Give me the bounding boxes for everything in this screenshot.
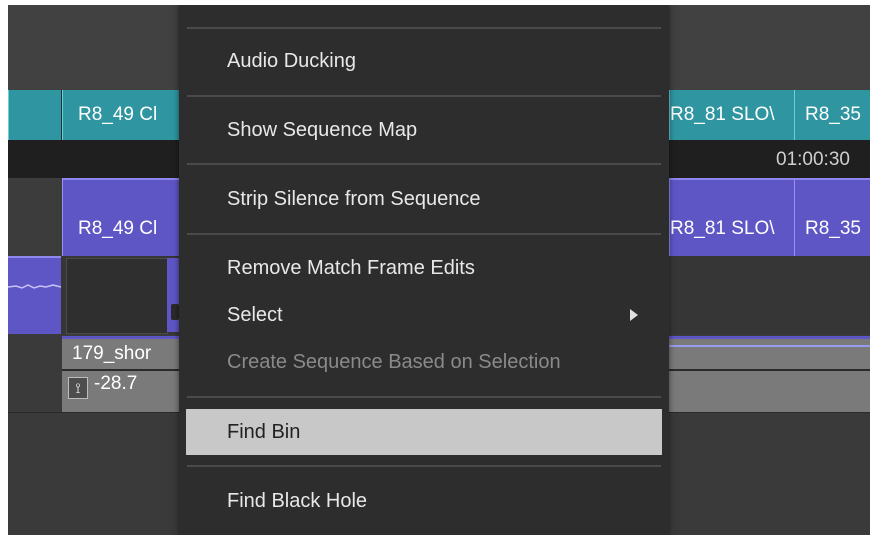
video-clip[interactable]: R8_35 [794, 178, 870, 256]
menu-item-remove-match-frame-edits[interactable]: Remove Match Frame Edits [186, 246, 662, 290]
timeline-panel: R8_49 Cl R8_81 SLO\ R8_35 01:00:30 R8_49… [8, 5, 870, 535]
clip-name: R8_81 SLO\ [670, 104, 775, 125]
menu-item-label: Show Sequence Map [227, 119, 418, 141]
menu-item-label: Strip Silence from Sequence [227, 188, 481, 210]
video-clip[interactable] [8, 90, 61, 140]
menu-item-find-bin[interactable]: Find Bin [186, 409, 662, 455]
timecode-readout: 01:00:30 [776, 149, 850, 170]
menu-item-create-sequence-based-on-selection: Create Sequence Based on Selection [186, 340, 662, 384]
empty-audio-slot [66, 258, 168, 334]
keyframe-handle[interactable] [171, 304, 179, 320]
menu-item-label: Select [227, 304, 283, 326]
clip-name: R8_49 Cl [78, 104, 158, 125]
menu-separator [187, 233, 661, 235]
clip-name: R8_35 [805, 104, 861, 125]
video-clip[interactable]: R8_81 SLO\ [669, 90, 794, 140]
submenu-arrow-icon [630, 309, 638, 321]
waveform-icon [8, 284, 61, 289]
menu-item-label: Remove Match Frame Edits [227, 257, 475, 279]
menu-item-label: Find Black Hole [227, 490, 368, 512]
gain-icon[interactable]: ⟟ [68, 377, 88, 399]
audio-clip[interactable]: 179_shor ⟟ -28.7 [62, 336, 182, 414]
menu-item-label: Find Bin [227, 421, 301, 443]
menu-separator [187, 27, 661, 29]
menu-separator [187, 163, 661, 165]
menu-item-find-black-hole[interactable]: Find Black Hole [186, 479, 662, 523]
gain-value: -28.7 [94, 373, 138, 394]
menu-item-strip-silence[interactable]: Strip Silence from Sequence [186, 177, 662, 221]
video-clip[interactable]: R8_49 Cl [62, 178, 182, 256]
menu-item-label: Create Sequence Based on Selection [227, 351, 561, 373]
volume-line[interactable] [62, 369, 182, 371]
menu-separator [187, 95, 661, 97]
clip-band [669, 345, 870, 347]
volume-line[interactable] [669, 369, 870, 371]
clip-name: R8_81 SLO\ [670, 218, 775, 239]
clip-name: 179_shor [72, 343, 152, 364]
video-clip[interactable]: R8_49 Cl [62, 90, 182, 140]
audio-clip[interactable] [167, 258, 179, 332]
menu-separator [187, 396, 661, 398]
menu-separator [187, 465, 661, 467]
menu-item-label: Audio Ducking [227, 50, 356, 72]
video-clip[interactable]: R8_35 [794, 90, 870, 140]
menu-item-select[interactable]: Select [186, 293, 662, 337]
menu-item-audio-ducking[interactable]: Audio Ducking [186, 39, 662, 83]
context-menu: Audio Ducking Show Sequence Map Strip Si… [179, 5, 669, 535]
audio-clip[interactable] [669, 336, 870, 414]
clip-name: R8_49 Cl [78, 218, 158, 239]
clip-name: R8_35 [805, 218, 861, 239]
video-clip[interactable]: R8_81 SLO\ [669, 178, 794, 256]
menu-item-show-sequence-map[interactable]: Show Sequence Map [186, 108, 662, 152]
audio-clip[interactable] [8, 256, 61, 336]
